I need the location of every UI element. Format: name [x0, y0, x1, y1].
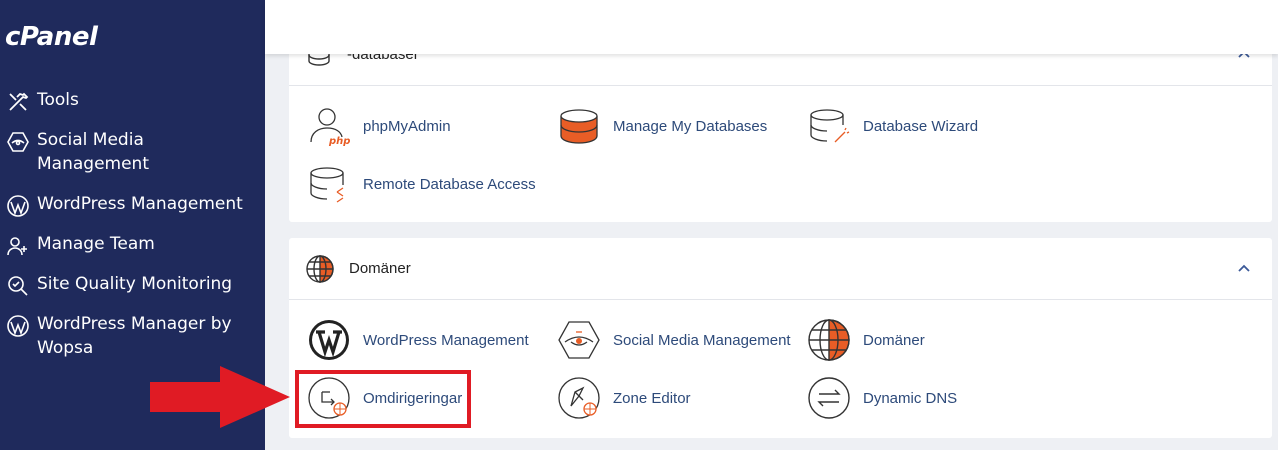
sidebar-item-label: Manage Team	[37, 234, 155, 254]
wordpress-icon	[7, 195, 29, 217]
tool-social-media-management[interactable]: Social Media Management	[557, 318, 791, 362]
tool-zone-editor[interactable]: Zone Editor	[557, 376, 691, 420]
tool-remote-database[interactable]: Remote Database Access	[307, 162, 536, 206]
database-icon	[560, 109, 598, 144]
dynamic-dns-icon	[808, 377, 850, 419]
tool-label: Manage My Databases	[613, 117, 768, 135]
cpanel-logo[interactable]: cPanel	[5, 22, 98, 52]
wordpress-icon	[7, 315, 29, 337]
magnifier-check-icon	[8, 276, 28, 296]
tool-manage-databases[interactable]: Manage My Databases	[557, 104, 767, 148]
social-media-icon	[558, 321, 600, 359]
panel-header[interactable]: Domäner	[289, 238, 1272, 300]
wordpress-icon	[309, 320, 349, 360]
zone-editor-icon	[558, 377, 600, 419]
tool-label: Dynamic DNS	[863, 389, 958, 407]
sidebar-item-tools[interactable]: Tools	[0, 88, 265, 116]
sidebar-item-label: Tools	[37, 90, 79, 110]
tool-label: Remote Database Access	[363, 175, 536, 193]
tool-dynamic-dns[interactable]: Dynamic DNS	[807, 376, 957, 420]
sidebar-item-wordpress[interactable]: WordPress Management	[0, 192, 265, 220]
globe-icon	[306, 254, 334, 283]
sidebar-item-wordpress-manager[interactable]: WordPress Manager by Wopsa	[0, 312, 265, 364]
tool-phpmyadmin[interactable]: php phpMyAdmin	[307, 104, 451, 148]
team-icon	[7, 237, 27, 256]
sidebar-item-site-quality[interactable]: Site Quality Monitoring	[0, 272, 265, 300]
social-media-icon	[7, 132, 29, 152]
sidebar-item-label: Site Quality Monitoring	[37, 274, 233, 294]
tool-label: WordPress Management	[363, 331, 529, 349]
tool-label: phpMyAdmin	[363, 117, 451, 135]
phpmyadmin-icon: php	[310, 108, 350, 147]
sidebar-item-label: WordPress Management	[37, 194, 243, 214]
highlight-box	[295, 370, 471, 428]
globe-icon	[808, 319, 850, 361]
tool-label: Database Wizard	[863, 117, 979, 135]
panel-title: Domäner	[349, 260, 411, 277]
tool-wordpress-management[interactable]: WordPress Management	[307, 318, 529, 362]
tool-database-wizard[interactable]: Database Wizard	[807, 104, 978, 148]
chevron-up-icon[interactable]	[1236, 260, 1252, 276]
svg-text:php: php	[328, 136, 350, 147]
sidebar-nav: Tools Social Media Management WordPress …	[0, 88, 265, 364]
sidebar-item-manage-team[interactable]: Manage Team	[0, 232, 265, 260]
tool-domains[interactable]: Domäner	[807, 318, 925, 362]
tool-label: Zone Editor	[613, 389, 691, 407]
sidebar-item-label: WordPress Manager by Wopsa	[37, 314, 232, 358]
top-header	[265, 0, 1278, 54]
tool-label: Domäner	[863, 331, 925, 349]
remote-database-icon	[310, 167, 344, 203]
sidebar-item-label: Social Media Management	[37, 130, 149, 174]
database-wizard-icon	[810, 109, 850, 143]
sidebar-item-social-media[interactable]: Social Media Management	[0, 128, 265, 180]
tool-label: Social Media Management	[613, 331, 791, 349]
tools-icon	[9, 92, 29, 111]
arrow-right-icon	[150, 366, 290, 428]
